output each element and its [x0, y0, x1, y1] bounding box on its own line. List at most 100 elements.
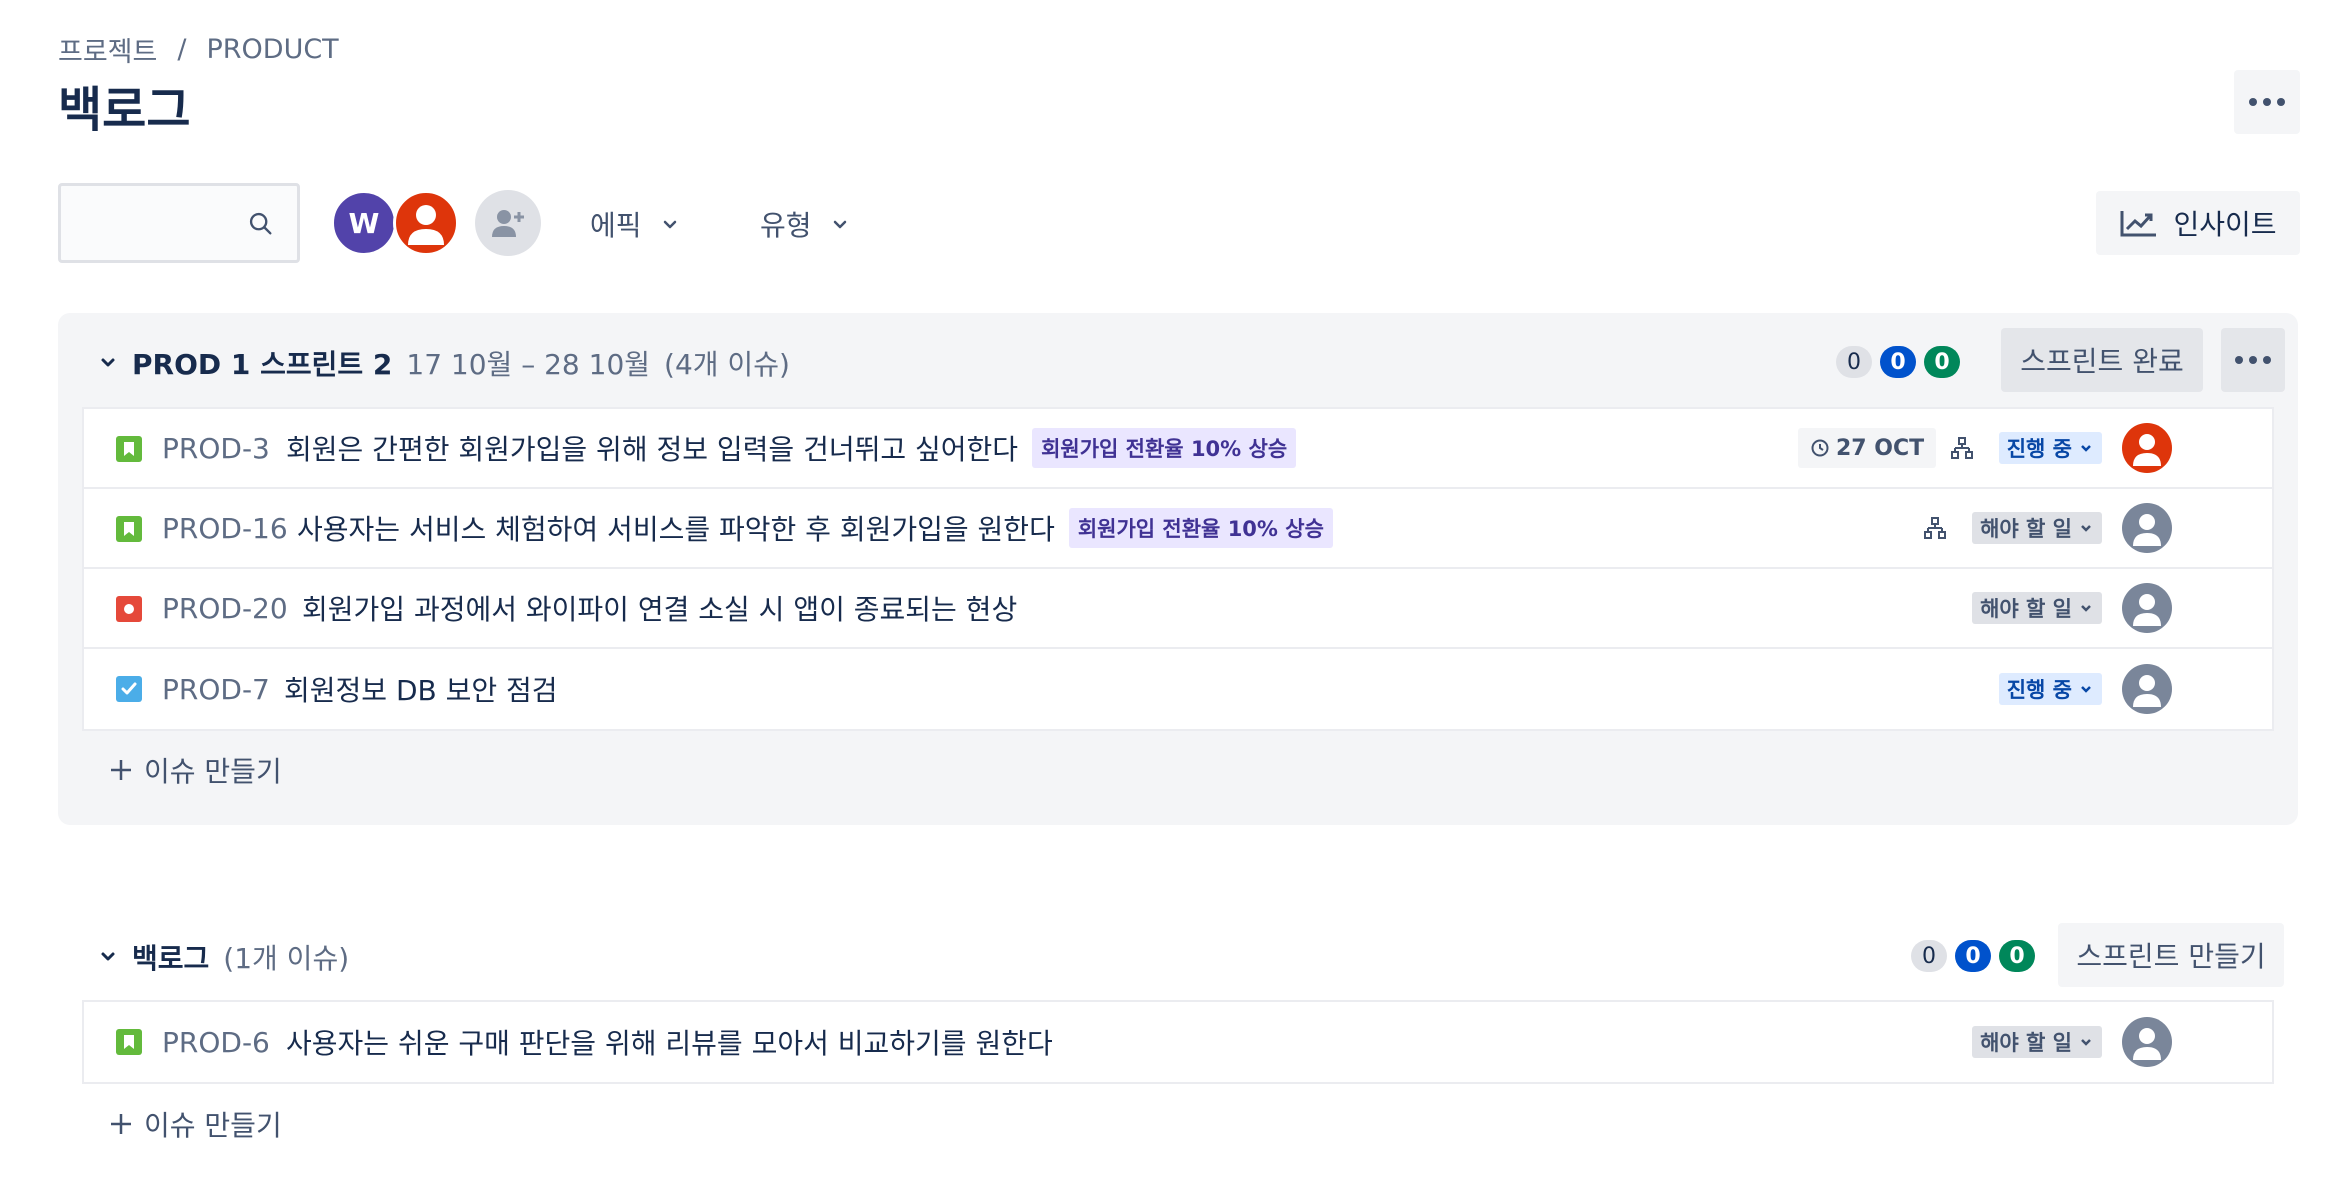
chevron-down-icon	[2081, 445, 2091, 452]
issue-row[interactable]: PROD-20 회원가입 과정에서 와이파이 연결 소실 시 앱이 종료되는 현…	[84, 569, 2272, 649]
create-issue-button[interactable]: 이슈 만들기	[108, 1104, 282, 1144]
create-issue-button[interactable]: 이슈 만들기	[108, 750, 282, 790]
complete-sprint-button[interactable]: 스프린트 완료	[2001, 328, 2203, 392]
status-label: 진행 중	[2006, 437, 2072, 461]
backlog-issue-list: PROD-6 사용자는 쉬운 구매 판단을 위해 리뷰를 모아서 비교하기를 원…	[82, 1000, 2274, 1084]
create-issue-label: 이슈 만들기	[144, 1109, 282, 1142]
chevron-down-icon	[2081, 1039, 2091, 1046]
sprint-dates: 17 10월 – 28 10월	[406, 348, 651, 381]
issue-key[interactable]: PROD-20	[162, 592, 288, 625]
status-label: 해야 할 일	[1980, 517, 2072, 541]
story-icon	[116, 436, 142, 462]
issue-summary: 회원가입 과정에서 와이파이 연결 소실 시 앱이 종료되는 현상	[302, 593, 1018, 626]
issue-summary: 회원은 간편한 회원가입을 위해 정보 입력을 건너뛰고 싶어한다	[286, 433, 1019, 466]
epic-lozenge[interactable]: 회원가입 전환율 10% 상승	[1068, 508, 1333, 548]
status-dropdown[interactable]: 해야 할 일	[1972, 512, 2102, 544]
person-icon	[408, 205, 444, 245]
insights-button[interactable]: 인사이트	[2096, 191, 2300, 255]
add-person-icon	[492, 210, 524, 237]
more-dot	[2249, 98, 2257, 106]
issue-summary: 사용자는 서비스 체험하여 서비스를 파악한 후 회원가입을 원한다	[297, 513, 1055, 546]
bug-icon	[116, 596, 142, 622]
sprint-name: PROD 1 스프린트 2	[132, 348, 393, 381]
clock-icon	[1811, 439, 1829, 457]
status-dropdown[interactable]: 진행 중	[1998, 673, 2102, 705]
chevron-down-icon	[2081, 605, 2091, 612]
status-label: 해야 할 일	[1980, 1031, 2072, 1055]
add-people-button[interactable]	[475, 190, 541, 256]
chevron-down-icon	[663, 220, 676, 229]
chevron-down-icon[interactable]	[98, 947, 118, 967]
avatar-initial: W	[348, 206, 380, 240]
search-input[interactable]	[58, 183, 300, 263]
breadcrumb: 프로젝트 / PRODUCT	[58, 30, 339, 69]
person-icon	[2133, 675, 2161, 707]
task-icon	[116, 676, 142, 702]
person-icon	[2133, 514, 2161, 546]
page-title: 백로그	[58, 82, 191, 138]
chevron-down-icon[interactable]	[98, 353, 118, 373]
breadcrumb-separator: /	[177, 34, 187, 65]
unassigned-avatar[interactable]	[2122, 664, 2172, 714]
sprint-header[interactable]: PROD 1 스프린트 2 17 10월 – 28 10월 (4개 이슈)	[98, 343, 790, 383]
more-dot	[2235, 356, 2243, 364]
chevron-down-icon	[833, 220, 846, 229]
issue-row[interactable]: PROD-16 사용자는 서비스 체험하여 서비스를 파악한 후 회원가입을 원…	[84, 489, 2272, 569]
todo-count-badge: 0	[1911, 940, 1947, 972]
issue-row[interactable]: PROD-7 회원정보 DB 보안 점검 진행 중	[84, 649, 2272, 729]
more-dot	[2263, 356, 2271, 364]
epic-filter-dropdown[interactable]: 에픽	[590, 204, 680, 244]
issue-row[interactable]: PROD-3 회원은 간편한 회원가입을 위해 정보 입력을 건너뛰고 싶어한다…	[84, 409, 2272, 489]
unassigned-avatar[interactable]	[2122, 503, 2172, 553]
backlog-name: 백로그	[132, 942, 210, 975]
child-issues-icon[interactable]	[1923, 516, 1947, 540]
person-icon	[2133, 594, 2161, 626]
create-issue-label: 이슈 만들기	[144, 755, 282, 788]
status-label: 해야 할 일	[1980, 597, 2072, 621]
avatar-filter-user[interactable]	[393, 190, 459, 256]
type-filter-label: 유형	[760, 209, 812, 242]
status-dropdown[interactable]: 해야 할 일	[1972, 592, 2102, 624]
avatar-filter-w[interactable]: W	[331, 190, 397, 256]
issue-key[interactable]: PROD-3	[162, 432, 270, 465]
person-icon	[2133, 1028, 2161, 1060]
page-more-actions-button[interactable]	[2234, 70, 2300, 134]
sprint-issue-list: PROD-3 회원은 간편한 회원가입을 위해 정보 입력을 건너뛰고 싶어한다…	[82, 407, 2274, 731]
type-filter-dropdown[interactable]: 유형	[760, 204, 850, 244]
issue-key[interactable]: PROD-6	[162, 1026, 270, 1059]
chevron-down-icon	[2081, 686, 2091, 693]
create-sprint-button[interactable]: 스프린트 만들기	[2058, 923, 2284, 987]
issue-summary: 회원정보 DB 보안 점검	[284, 674, 558, 707]
issue-summary: 사용자는 쉬운 구매 판단을 위해 리뷰를 모아서 비교하기를 원한다	[286, 1027, 1053, 1060]
sprint-container: PROD 1 스프린트 2 17 10월 – 28 10월 (4개 이슈) 0 …	[58, 313, 2298, 825]
plus-icon	[111, 1114, 131, 1134]
unassigned-avatar[interactable]	[2122, 583, 2172, 633]
plus-icon	[111, 760, 131, 780]
epic-filter-label: 에픽	[590, 209, 642, 242]
status-dropdown[interactable]: 해야 할 일	[1972, 1026, 2102, 1058]
child-issues-icon[interactable]	[1950, 436, 1974, 460]
story-icon	[116, 1029, 142, 1055]
sprint-more-actions-button[interactable]	[2221, 328, 2285, 392]
breadcrumb-projects-link[interactable]: 프로젝트	[58, 30, 157, 69]
unassigned-avatar[interactable]	[2122, 1017, 2172, 1067]
issue-key[interactable]: PROD-7	[162, 673, 270, 706]
person-icon	[2133, 434, 2161, 466]
issue-row[interactable]: PROD-6 사용자는 쉬운 구매 판단을 위해 리뷰를 모아서 비교하기를 원…	[84, 1002, 2272, 1082]
todo-count-badge: 0	[1836, 346, 1872, 378]
backlog-status-counts: 0 0 0	[1911, 940, 2035, 972]
assignee-avatar[interactable]	[2122, 423, 2172, 473]
more-dot	[2277, 98, 2285, 106]
sprint-status-counts: 0 0 0	[1836, 346, 1960, 378]
epic-lozenge[interactable]: 회원가입 전환율 10% 상승	[1032, 428, 1297, 468]
done-count-badge: 0	[1999, 940, 2035, 972]
issue-key[interactable]: PROD-16	[162, 512, 288, 545]
status-dropdown[interactable]: 진행 중	[1998, 432, 2102, 464]
breadcrumb-project-link[interactable]: PRODUCT	[206, 34, 338, 65]
backlog-header[interactable]: 백로그 (1개 이슈)	[98, 937, 349, 977]
status-label: 진행 중	[2006, 678, 2072, 702]
backlog-issue-count: (1개 이슈)	[223, 942, 350, 975]
due-date-badge: 27 OCT	[1798, 428, 1937, 468]
more-dot	[2263, 98, 2271, 106]
chevron-down-icon	[2081, 525, 2091, 532]
